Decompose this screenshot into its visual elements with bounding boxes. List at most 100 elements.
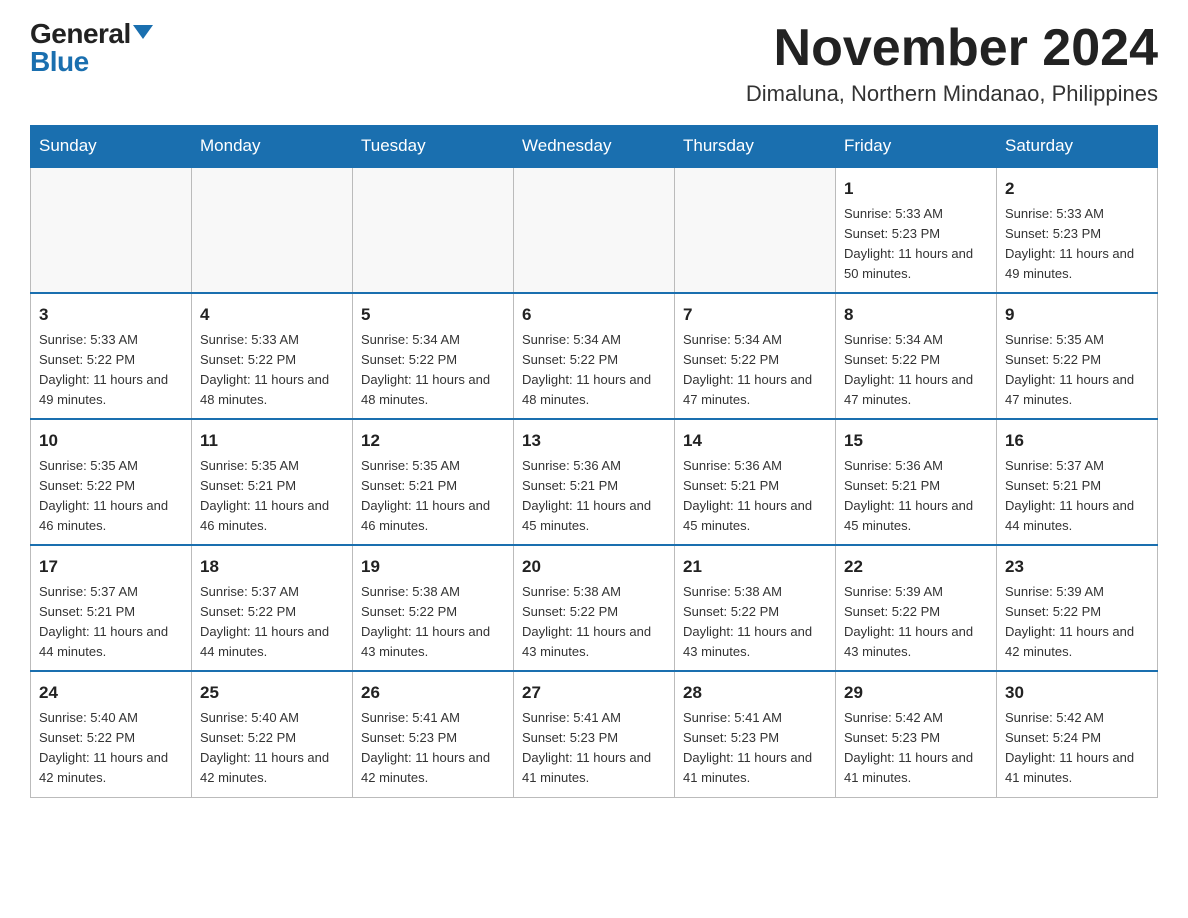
calendar-cell: 24Sunrise: 5:40 AMSunset: 5:22 PMDayligh… — [31, 671, 192, 797]
day-info: Sunrise: 5:34 AMSunset: 5:22 PMDaylight:… — [844, 330, 988, 411]
header-monday: Monday — [192, 126, 353, 168]
day-info: Sunrise: 5:34 AMSunset: 5:22 PMDaylight:… — [361, 330, 505, 411]
day-number: 16 — [1005, 428, 1149, 454]
calendar-cell: 25Sunrise: 5:40 AMSunset: 5:22 PMDayligh… — [192, 671, 353, 797]
day-info: Sunrise: 5:39 AMSunset: 5:22 PMDaylight:… — [1005, 582, 1149, 663]
day-number: 18 — [200, 554, 344, 580]
day-info: Sunrise: 5:35 AMSunset: 5:21 PMDaylight:… — [361, 456, 505, 537]
day-info: Sunrise: 5:36 AMSunset: 5:21 PMDaylight:… — [522, 456, 666, 537]
logo: General Blue — [30, 20, 153, 76]
header-wednesday: Wednesday — [514, 126, 675, 168]
calendar-cell — [353, 167, 514, 293]
day-number: 14 — [683, 428, 827, 454]
day-number: 28 — [683, 680, 827, 706]
header-thursday: Thursday — [675, 126, 836, 168]
calendar-cell: 16Sunrise: 5:37 AMSunset: 5:21 PMDayligh… — [997, 419, 1158, 545]
calendar-cell: 22Sunrise: 5:39 AMSunset: 5:22 PMDayligh… — [836, 545, 997, 671]
calendar-table: SundayMondayTuesdayWednesdayThursdayFrid… — [30, 125, 1158, 797]
day-number: 11 — [200, 428, 344, 454]
day-number: 5 — [361, 302, 505, 328]
calendar-cell: 27Sunrise: 5:41 AMSunset: 5:23 PMDayligh… — [514, 671, 675, 797]
day-info: Sunrise: 5:41 AMSunset: 5:23 PMDaylight:… — [683, 708, 827, 789]
logo-blue: Blue — [30, 48, 89, 76]
calendar-cell: 11Sunrise: 5:35 AMSunset: 5:21 PMDayligh… — [192, 419, 353, 545]
week-row-3: 10Sunrise: 5:35 AMSunset: 5:22 PMDayligh… — [31, 419, 1158, 545]
calendar-cell: 28Sunrise: 5:41 AMSunset: 5:23 PMDayligh… — [675, 671, 836, 797]
day-number: 22 — [844, 554, 988, 580]
day-number: 26 — [361, 680, 505, 706]
calendar-cell: 21Sunrise: 5:38 AMSunset: 5:22 PMDayligh… — [675, 545, 836, 671]
day-info: Sunrise: 5:33 AMSunset: 5:22 PMDaylight:… — [39, 330, 183, 411]
calendar-cell: 6Sunrise: 5:34 AMSunset: 5:22 PMDaylight… — [514, 293, 675, 419]
calendar-cell: 17Sunrise: 5:37 AMSunset: 5:21 PMDayligh… — [31, 545, 192, 671]
day-number: 29 — [844, 680, 988, 706]
day-info: Sunrise: 5:40 AMSunset: 5:22 PMDaylight:… — [39, 708, 183, 789]
week-row-5: 24Sunrise: 5:40 AMSunset: 5:22 PMDayligh… — [31, 671, 1158, 797]
location-title: Dimaluna, Northern Mindanao, Philippines — [746, 81, 1158, 107]
calendar-cell: 3Sunrise: 5:33 AMSunset: 5:22 PMDaylight… — [31, 293, 192, 419]
day-number: 21 — [683, 554, 827, 580]
calendar-cell: 18Sunrise: 5:37 AMSunset: 5:22 PMDayligh… — [192, 545, 353, 671]
calendar-cell: 14Sunrise: 5:36 AMSunset: 5:21 PMDayligh… — [675, 419, 836, 545]
calendar-cell: 1Sunrise: 5:33 AMSunset: 5:23 PMDaylight… — [836, 167, 997, 293]
day-number: 24 — [39, 680, 183, 706]
calendar-cell: 19Sunrise: 5:38 AMSunset: 5:22 PMDayligh… — [353, 545, 514, 671]
day-info: Sunrise: 5:36 AMSunset: 5:21 PMDaylight:… — [844, 456, 988, 537]
day-info: Sunrise: 5:35 AMSunset: 5:22 PMDaylight:… — [39, 456, 183, 537]
calendar-cell: 2Sunrise: 5:33 AMSunset: 5:23 PMDaylight… — [997, 167, 1158, 293]
calendar-cell: 15Sunrise: 5:36 AMSunset: 5:21 PMDayligh… — [836, 419, 997, 545]
header-friday: Friday — [836, 126, 997, 168]
calendar-cell — [514, 167, 675, 293]
day-info: Sunrise: 5:33 AMSunset: 5:23 PMDaylight:… — [1005, 204, 1149, 285]
day-info: Sunrise: 5:35 AMSunset: 5:21 PMDaylight:… — [200, 456, 344, 537]
month-title: November 2024 — [746, 20, 1158, 77]
calendar-cell: 23Sunrise: 5:39 AMSunset: 5:22 PMDayligh… — [997, 545, 1158, 671]
day-number: 19 — [361, 554, 505, 580]
calendar-cell: 30Sunrise: 5:42 AMSunset: 5:24 PMDayligh… — [997, 671, 1158, 797]
day-number: 8 — [844, 302, 988, 328]
week-row-1: 1Sunrise: 5:33 AMSunset: 5:23 PMDaylight… — [31, 167, 1158, 293]
calendar-cell: 12Sunrise: 5:35 AMSunset: 5:21 PMDayligh… — [353, 419, 514, 545]
logo-triangle-icon — [133, 25, 153, 39]
day-number: 23 — [1005, 554, 1149, 580]
day-info: Sunrise: 5:38 AMSunset: 5:22 PMDaylight:… — [683, 582, 827, 663]
day-info: Sunrise: 5:38 AMSunset: 5:22 PMDaylight:… — [522, 582, 666, 663]
day-number: 25 — [200, 680, 344, 706]
day-number: 10 — [39, 428, 183, 454]
week-row-4: 17Sunrise: 5:37 AMSunset: 5:21 PMDayligh… — [31, 545, 1158, 671]
day-info: Sunrise: 5:37 AMSunset: 5:22 PMDaylight:… — [200, 582, 344, 663]
day-number: 27 — [522, 680, 666, 706]
day-info: Sunrise: 5:39 AMSunset: 5:22 PMDaylight:… — [844, 582, 988, 663]
day-number: 6 — [522, 302, 666, 328]
calendar-header-row: SundayMondayTuesdayWednesdayThursdayFrid… — [31, 126, 1158, 168]
logo-general: General — [30, 20, 131, 48]
day-info: Sunrise: 5:41 AMSunset: 5:23 PMDaylight:… — [361, 708, 505, 789]
day-number: 12 — [361, 428, 505, 454]
calendar-cell: 5Sunrise: 5:34 AMSunset: 5:22 PMDaylight… — [353, 293, 514, 419]
day-number: 30 — [1005, 680, 1149, 706]
header-saturday: Saturday — [997, 126, 1158, 168]
day-number: 1 — [844, 176, 988, 202]
day-info: Sunrise: 5:42 AMSunset: 5:24 PMDaylight:… — [1005, 708, 1149, 789]
day-info: Sunrise: 5:33 AMSunset: 5:22 PMDaylight:… — [200, 330, 344, 411]
calendar-cell — [675, 167, 836, 293]
calendar-cell — [31, 167, 192, 293]
calendar-cell: 9Sunrise: 5:35 AMSunset: 5:22 PMDaylight… — [997, 293, 1158, 419]
day-info: Sunrise: 5:34 AMSunset: 5:22 PMDaylight:… — [683, 330, 827, 411]
calendar-cell — [192, 167, 353, 293]
calendar-cell: 7Sunrise: 5:34 AMSunset: 5:22 PMDaylight… — [675, 293, 836, 419]
day-info: Sunrise: 5:35 AMSunset: 5:22 PMDaylight:… — [1005, 330, 1149, 411]
day-info: Sunrise: 5:42 AMSunset: 5:23 PMDaylight:… — [844, 708, 988, 789]
title-area: November 2024 Dimaluna, Northern Mindana… — [746, 20, 1158, 107]
day-info: Sunrise: 5:33 AMSunset: 5:23 PMDaylight:… — [844, 204, 988, 285]
day-info: Sunrise: 5:36 AMSunset: 5:21 PMDaylight:… — [683, 456, 827, 537]
calendar-cell: 10Sunrise: 5:35 AMSunset: 5:22 PMDayligh… — [31, 419, 192, 545]
day-number: 7 — [683, 302, 827, 328]
calendar-cell: 4Sunrise: 5:33 AMSunset: 5:22 PMDaylight… — [192, 293, 353, 419]
day-number: 20 — [522, 554, 666, 580]
week-row-2: 3Sunrise: 5:33 AMSunset: 5:22 PMDaylight… — [31, 293, 1158, 419]
calendar-cell: 26Sunrise: 5:41 AMSunset: 5:23 PMDayligh… — [353, 671, 514, 797]
day-number: 2 — [1005, 176, 1149, 202]
day-info: Sunrise: 5:37 AMSunset: 5:21 PMDaylight:… — [39, 582, 183, 663]
day-info: Sunrise: 5:41 AMSunset: 5:23 PMDaylight:… — [522, 708, 666, 789]
